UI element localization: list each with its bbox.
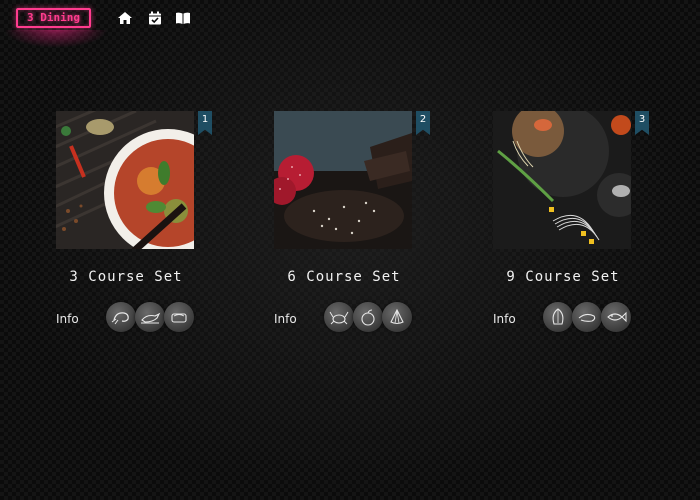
- bird-icon[interactable]: [135, 302, 165, 332]
- dish-icon[interactable]: [164, 302, 194, 332]
- course-photo-seafood[interactable]: [493, 111, 631, 249]
- course-badge: 2: [416, 111, 430, 135]
- crab-icon[interactable]: [324, 302, 354, 332]
- calendar-check-icon[interactable]: [147, 11, 163, 25]
- shell-icon[interactable]: [543, 302, 573, 332]
- book-icon[interactable]: [175, 11, 191, 25]
- course-photo-curry[interactable]: [56, 111, 194, 249]
- top-nav-bar: 3 Dining: [0, 0, 700, 48]
- course-title[interactable]: 6 Course Set: [244, 269, 444, 285]
- info-link[interactable]: Info: [56, 312, 79, 326]
- shrimp-icon[interactable]: [106, 302, 136, 332]
- course-photo-dessert[interactable]: [274, 111, 412, 249]
- course-title[interactable]: 3 Course Set: [26, 269, 226, 285]
- shell-icon[interactable]: [382, 302, 412, 332]
- info-link[interactable]: Info: [274, 312, 297, 326]
- course-title[interactable]: 9 Course Set: [463, 269, 663, 285]
- logo[interactable]: 3 Dining: [16, 8, 91, 28]
- fish-icon[interactable]: [601, 302, 631, 332]
- info-link[interactable]: Info: [493, 312, 516, 326]
- shrimp-icon[interactable]: [572, 302, 602, 332]
- fruit-icon[interactable]: [353, 302, 383, 332]
- home-icon[interactable]: [117, 11, 133, 25]
- course-badge: 1: [198, 111, 212, 135]
- logo-glow: [4, 30, 108, 48]
- course-badge: 3: [635, 111, 649, 135]
